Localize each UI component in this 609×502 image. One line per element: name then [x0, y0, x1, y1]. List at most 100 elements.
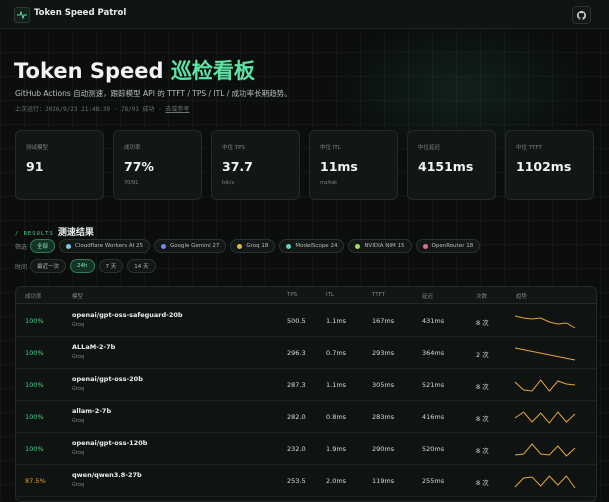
provider-name: Groq	[72, 450, 85, 456]
header-success[interactable]: 成功率	[25, 292, 42, 300]
chip-label: NVIDIA NIM 15	[364, 243, 405, 249]
header-latency[interactable]: 延迟	[422, 292, 433, 300]
provider-name: Groq	[72, 418, 85, 424]
success-rate: 100%	[25, 381, 44, 389]
page-subtitle: GitHub Actions 自动测速，跟踪模型 API 的 TTFT / TP…	[15, 89, 292, 98]
stat-label: 中位 TPS	[222, 145, 245, 151]
table-row[interactable]: 100% openai/gpt-oss-safeguard-20b Groq 500.…	[16, 304, 596, 337]
tps-value: 500.5	[287, 317, 306, 325]
ttft-value: 305ms	[372, 381, 395, 389]
chip-label: ModelScope 24	[295, 243, 338, 249]
table-row[interactable]: 100% openai/gpt-oss-120b Groq 232.0 1.9ms 290…	[16, 432, 596, 465]
runs-count: 8 次	[476, 319, 489, 327]
success-rate: 100%	[25, 413, 44, 421]
trend-line	[514, 347, 576, 361]
stat-sub: 70/91	[124, 180, 139, 186]
latency-value: 416ms	[422, 413, 445, 421]
itl-value: 1.1ms	[326, 317, 347, 325]
time-chip-24h[interactable]: 24h	[70, 259, 95, 273]
runs-count: 8 次	[476, 447, 489, 455]
results-heading: / RESULTS 测速结果	[15, 220, 94, 239]
provider-chip-gemini[interactable]: Google Gemini 27	[153, 239, 227, 253]
ttft-value: 119ms	[372, 477, 395, 485]
header-tps[interactable]: TPS	[287, 292, 297, 298]
stat-label: 中位 ITL	[320, 145, 341, 151]
stat-label: 中位 TTFT	[516, 145, 542, 151]
stat-card-tps: 中位 TPS 37.7 tok/s	[211, 130, 300, 200]
trend-line	[514, 475, 576, 489]
stat-value: 11ms	[320, 159, 358, 174]
time-chip-7d[interactable]: 7 天	[98, 259, 124, 273]
tps-value: 253.5	[287, 477, 306, 485]
header-ttft[interactable]: TTFT	[372, 292, 385, 298]
runs-count: 8 次	[476, 415, 489, 423]
top-bar: Token Speed Patrol	[0, 0, 609, 29]
chip-label: OpenRouter 18	[431, 243, 474, 249]
trend-sparkline	[514, 411, 576, 424]
success-rate: 87.5%	[25, 477, 46, 485]
provider-chip-nvidia[interactable]: NVIDIA NIM 15	[348, 239, 412, 253]
time-chip-latest[interactable]: 最近一次	[30, 259, 67, 273]
trend-sparkline	[514, 379, 576, 392]
provider-dot-icon	[422, 243, 428, 249]
header-model[interactable]: 模型	[72, 292, 83, 300]
stat-label: 测试模型	[26, 145, 49, 151]
latency-value: 431ms	[422, 317, 445, 325]
provider-filter: 筛选 全部 Cloudflare Workers AI 25 Google Ge…	[15, 239, 484, 253]
app-title: Token Speed Patrol	[34, 8, 127, 18]
github-button[interactable]	[572, 6, 591, 24]
stat-card-ttft: 中位 TTFT 1102ms	[505, 130, 594, 200]
provider-chip-cloudflare[interactable]: Cloudflare Workers AI 25	[59, 239, 150, 253]
header-itl[interactable]: ITL	[326, 292, 334, 298]
chip-label: 7 天	[105, 264, 117, 270]
results-tag: / RESULTS	[15, 231, 54, 237]
model-name: openai/gpt-oss-20b	[72, 375, 143, 383]
trend-line	[514, 443, 576, 457]
runs-count: 8 次	[476, 479, 489, 487]
itl-value: 0.7ms	[326, 349, 347, 357]
table-row[interactable]: 100% allam-2-7b Groq 282.0 0.8ms 283ms 416ms 8 …	[16, 400, 596, 433]
latency-value: 364ms	[422, 349, 445, 357]
model-name: ALLaM-2-7b	[72, 343, 116, 351]
title-main: Token Speed	[14, 59, 164, 83]
tps-value: 296.3	[287, 349, 306, 357]
trend-sparkline	[514, 315, 576, 329]
tps-value: 282.0	[287, 413, 306, 421]
last-run-text: 上次运行：2026/9/23 21:48:39 · 78/91 成功 ·	[15, 106, 166, 113]
provider-chip-groq[interactable]: Groq 18	[230, 239, 276, 253]
stat-card-success-rate: 成功率 77% 70/91	[113, 130, 202, 200]
provider-dot-icon	[160, 243, 166, 249]
time-chip-14d[interactable]: 14 天	[127, 259, 156, 273]
stat-value: 77%	[124, 159, 154, 174]
stat-label: 中位延迟	[418, 145, 441, 151]
provider-name: Groq	[72, 354, 85, 360]
trend-line	[514, 411, 576, 424]
provider-filter-label: 筛选	[15, 243, 28, 251]
pulse-logo-icon	[14, 7, 30, 23]
trend-sparkline	[514, 443, 576, 457]
stat-card-latency: 中位延迟 4151ms	[407, 130, 496, 200]
table-row[interactable]: 100% ALLaM-2-7b Groq 296.3 0.7ms 293ms 364ms 2 …	[16, 336, 596, 369]
provider-chip-all[interactable]: 全部	[30, 239, 56, 253]
ttft-value: 293ms	[372, 349, 395, 357]
reference-link[interactable]: 去或参考	[165, 106, 189, 113]
chip-label: 14 天	[134, 264, 149, 270]
chip-label: 最近一次	[37, 264, 60, 270]
provider-dot-icon	[355, 243, 361, 249]
table-row[interactable]: 100% openai/gpt-oss-20b Groq 287.3 1.1ms 305m…	[16, 368, 596, 401]
provider-dot-icon	[237, 243, 243, 249]
provider-chip-modelscope[interactable]: ModelScope 24	[279, 239, 345, 253]
header-runs[interactable]: 次数	[476, 292, 487, 300]
tps-value: 232.0	[287, 445, 306, 453]
model-name: openai/gpt-oss-safeguard-20b	[72, 311, 183, 319]
table-row[interactable]: 87.5% qwen/qwen3.8-27b Groq 253.5 2.0ms 119ms…	[16, 464, 596, 497]
latency-value: 255ms	[422, 477, 445, 485]
page-title: Token Speed 巡检看板	[14, 55, 255, 85]
chip-label: Cloudflare Workers AI 25	[75, 243, 143, 249]
stat-sub: tok/s	[222, 180, 235, 186]
last-run-meta: 上次运行：2026/9/23 21:48:39 · 78/91 成功 · 去或参…	[15, 104, 189, 113]
provider-chip-openrouter[interactable]: OpenRouter 18	[415, 239, 481, 253]
tps-value: 287.3	[287, 381, 306, 389]
title-accent: 巡检看板	[170, 59, 255, 83]
trend-sparkline	[514, 475, 576, 489]
